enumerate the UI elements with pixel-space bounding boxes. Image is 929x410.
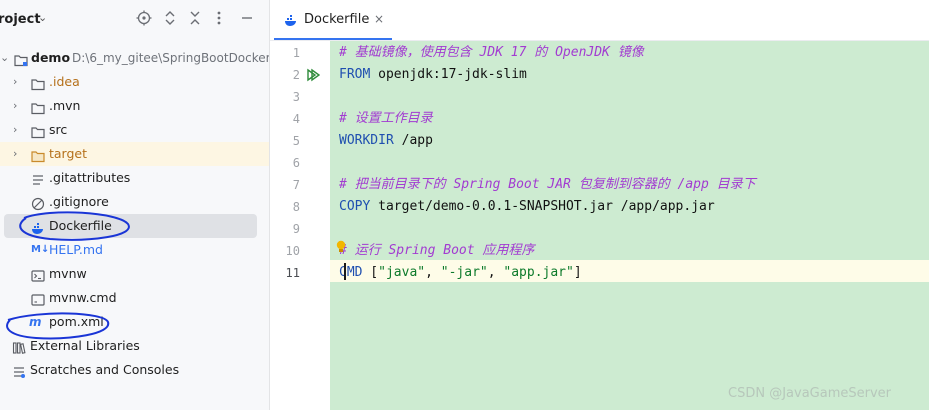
tree-item-label: .idea bbox=[49, 74, 80, 89]
tree-item-external-libraries[interactable]: External Libraries bbox=[0, 334, 269, 358]
tree-item-label: .mvn bbox=[49, 98, 81, 113]
more-options-icon[interactable] bbox=[210, 10, 228, 28]
chevron-right-icon[interactable]: › bbox=[13, 118, 25, 142]
tree-item-label: target bbox=[49, 146, 88, 161]
tree-item-gitattributes[interactable]: .gitattributes bbox=[0, 166, 269, 190]
root-name: demo bbox=[31, 50, 71, 65]
tree-item-target[interactable]: › target bbox=[0, 142, 269, 166]
tree-item-mvn[interactable]: › .mvn bbox=[0, 94, 269, 118]
code-line-4[interactable]: # 设置工作目录 bbox=[339, 108, 433, 130]
code-line-10[interactable]: # 运行 Spring Boot 应用程序 bbox=[339, 240, 534, 262]
module-folder-icon bbox=[14, 51, 28, 67]
line-number-gutter: 1 2 3 4 5 6 7 8 9 10 11 bbox=[270, 41, 330, 410]
docker-icon bbox=[284, 13, 298, 30]
folder-icon bbox=[31, 99, 45, 115]
docker-icon bbox=[31, 219, 45, 234]
tree-item-label: mvnw bbox=[49, 266, 87, 281]
tree-item-dockerfile[interactable]: Dockerfile bbox=[4, 214, 257, 238]
line-number: 8 bbox=[292, 200, 300, 214]
tree-item-help-md[interactable]: M↓ HELP.md bbox=[0, 238, 269, 262]
chevron-right-icon[interactable]: › bbox=[13, 94, 25, 118]
tree-item-label: mvnw.cmd bbox=[49, 290, 117, 305]
line-number: 3 bbox=[292, 90, 300, 104]
close-icon[interactable]: × bbox=[374, 12, 384, 26]
project-panel-title[interactable]: roject bbox=[0, 12, 41, 27]
tab-dockerfile[interactable]: Dockerfile × bbox=[274, 0, 392, 40]
collapse-all-icon[interactable] bbox=[186, 10, 204, 28]
code-line-11[interactable]: CMD ["java", "-jar", "app.jar"] bbox=[339, 262, 582, 284]
tree-item-label: Dockerfile bbox=[49, 218, 112, 233]
library-icon bbox=[12, 339, 26, 354]
crosshair-icon[interactable] bbox=[135, 10, 153, 28]
root-path: D:\6_my_gitee\SpringBootDocker\ bbox=[72, 51, 270, 65]
tree-item-pom-xml[interactable]: m pom.xml bbox=[0, 310, 269, 334]
lightbulb-icon[interactable] bbox=[335, 240, 347, 257]
markdown-icon: M↓ bbox=[31, 244, 50, 255]
code-line-1[interactable]: # 基础镜像，使用包含 JDK 17 的 OpenJDK 镜像 bbox=[339, 42, 644, 64]
chevron-down-icon[interactable]: ⌄ bbox=[0, 46, 12, 70]
tree-item-label: Scratches and Consoles bbox=[30, 362, 180, 377]
line-number: 6 bbox=[292, 156, 300, 170]
tree-item-root[interactable]: ⌄ demo D:\6_my_gitee\SpringBootDocker\ bbox=[0, 46, 269, 70]
tree-item-mvnw-cmd[interactable]: mvnw.cmd bbox=[0, 286, 269, 310]
text-file-icon bbox=[31, 171, 45, 185]
line-number-current: 11 bbox=[285, 266, 300, 280]
tree-item-scratches[interactable]: Scratches and Consoles bbox=[0, 358, 269, 382]
cmd-file-icon bbox=[31, 291, 45, 306]
folder-icon bbox=[31, 123, 45, 139]
line-number: 2 bbox=[292, 68, 300, 82]
scratches-icon bbox=[12, 363, 26, 378]
code-area[interactable]: # 基础镜像，使用包含 JDK 17 的 OpenJDK 镜像 FROM ope… bbox=[330, 41, 929, 410]
chevron-right-icon[interactable]: › bbox=[13, 142, 25, 166]
tree-item-src[interactable]: › src bbox=[0, 118, 269, 142]
line-number: 10 bbox=[285, 244, 300, 258]
project-panel-header: roject ⌄ bbox=[0, 0, 269, 40]
project-panel: roject ⌄ ⌄ demo D:\6_my_gitee\SpringBoot… bbox=[0, 0, 270, 410]
tab-label: Dockerfile bbox=[304, 12, 370, 27]
text-caret bbox=[344, 263, 346, 280]
line-number: 4 bbox=[292, 112, 300, 126]
line-number: 9 bbox=[292, 222, 300, 236]
chevron-down-icon[interactable]: ⌄ bbox=[38, 11, 47, 24]
editor-tab-bar: Dockerfile × bbox=[270, 0, 929, 41]
tree-item-label: .gitignore bbox=[49, 194, 109, 209]
tree-item-label: src bbox=[49, 122, 68, 137]
code-line-8[interactable]: COPY target/demo-0.0.1-SNAPSHOT.jar /app… bbox=[339, 196, 715, 218]
editor-panel: Dockerfile × 1 2 3 4 5 6 7 8 9 10 11 # 基… bbox=[270, 0, 929, 410]
code-line-2[interactable]: FROM openjdk:17-jdk-slim bbox=[339, 64, 527, 86]
run-icon[interactable] bbox=[306, 68, 321, 85]
tree-item-idea[interactable]: › .idea bbox=[0, 70, 269, 94]
line-number: 7 bbox=[292, 178, 300, 192]
watermark: CSDN @JavaGameServer bbox=[728, 386, 891, 401]
ignore-file-icon bbox=[31, 195, 45, 211]
line-number: 5 bbox=[292, 134, 300, 148]
shell-script-icon bbox=[31, 267, 45, 282]
minimize-icon[interactable] bbox=[238, 10, 256, 28]
tree-item-label: pom.xml bbox=[49, 314, 104, 329]
tree-item-gitignore[interactable]: .gitignore bbox=[0, 190, 269, 214]
code-line-7[interactable]: # 把当前目录下的 Spring Boot JAR 包复制到容器的 /app 目… bbox=[339, 174, 756, 196]
tree-item-label: HELP.md bbox=[49, 242, 103, 257]
expand-all-icon[interactable] bbox=[161, 10, 179, 28]
line-number: 1 bbox=[292, 46, 300, 60]
tree-item-label: .gitattributes bbox=[49, 170, 131, 185]
maven-icon: m bbox=[29, 315, 42, 329]
chevron-right-icon[interactable]: › bbox=[13, 70, 25, 94]
excluded-folder-icon bbox=[31, 147, 45, 163]
folder-icon bbox=[31, 75, 45, 91]
tree-item-mvnw[interactable]: mvnw bbox=[0, 262, 269, 286]
tree-item-label: External Libraries bbox=[30, 338, 140, 353]
code-line-5[interactable]: WORKDIR /app bbox=[339, 130, 433, 152]
